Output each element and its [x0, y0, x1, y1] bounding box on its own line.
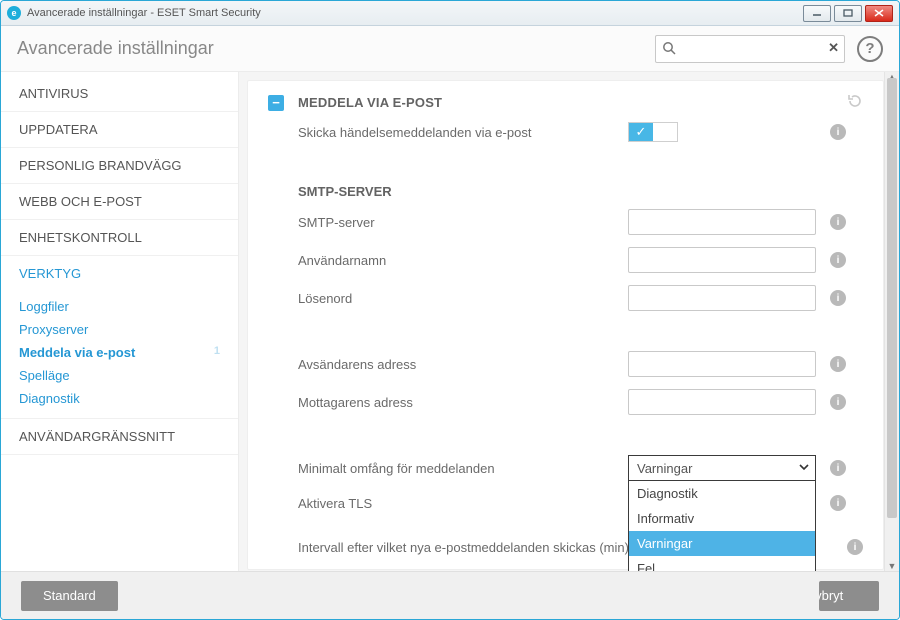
sidebar-sub-badge: 1 [214, 345, 220, 357]
row-min-scope: Minimalt omfång för meddelanden Varninga… [248, 449, 883, 487]
toggle-send-events[interactable]: ✓ [628, 122, 678, 142]
collapse-icon[interactable]: − [268, 95, 284, 111]
sidebar-item-firewall[interactable]: PERSONLIG BRANDVÄGG [1, 148, 238, 184]
close-button[interactable] [865, 5, 893, 22]
sidebar-item-tools[interactable]: VERKTYG [1, 256, 238, 291]
row-sender: Avsändarens adress i [248, 345, 883, 383]
label-recipient: Mottagarens adress [298, 395, 628, 410]
select-box[interactable]: Varningar [628, 455, 816, 481]
sidebar-item-web-email[interactable]: WEBB OCH E-POST [1, 184, 238, 220]
info-icon[interactable]: i [830, 356, 846, 372]
row-smtp-server: SMTP-server i [248, 203, 883, 241]
label-min-scope: Minimalt omfång för meddelanden [298, 461, 628, 476]
cancel-button[interactable]: Avbryt [819, 581, 879, 611]
label-smtp-server: SMTP-server [298, 215, 628, 230]
smtp-heading: SMTP-SERVER [248, 176, 883, 203]
select-min-scope[interactable]: Varningar Diagnostik Informativ Varninga… [628, 455, 816, 481]
toggle-off-icon [653, 123, 677, 141]
label-interval: Intervall efter vilket nya e-postmeddela… [298, 540, 629, 555]
info-icon[interactable]: i [830, 495, 846, 511]
sidebar-sub-logfiles[interactable]: Loggfiler [1, 295, 238, 318]
input-recipient[interactable] [628, 389, 816, 415]
content-scroll: − MEDDELA VIA E-POST Skicka händelsemedd… [239, 72, 884, 571]
select-value: Varningar [637, 461, 692, 476]
app-icon: e [7, 6, 21, 20]
clear-search-icon[interactable]: ✕ [828, 40, 839, 56]
sidebar-item-device-control[interactable]: ENHETSKONTROLL [1, 220, 238, 256]
info-icon[interactable]: i [830, 124, 846, 140]
footer: Standard OK Avbryt [1, 571, 899, 619]
sidebar-sub-email-notify-label: Meddela via e-post [19, 345, 135, 360]
sidebar-item-update[interactable]: UPPDATERA [1, 112, 238, 148]
scroll-down-arrow-icon[interactable]: ▼ [885, 559, 899, 571]
sidebar-sub-gamemode[interactable]: Spelläge [1, 364, 238, 387]
search-icon [662, 41, 676, 58]
content-area: − MEDDELA VIA E-POST Skicka händelsemedd… [239, 72, 899, 571]
sidebar-item-antivirus[interactable]: ANTIVIRUS [1, 76, 238, 112]
scrollbar-vertical[interactable]: ▲ ▼ [884, 72, 899, 571]
label-send-events: Skicka händelsemeddelanden via e-post [298, 125, 628, 140]
sidebar-item-ui[interactable]: ANVÄNDARGRÄNSSNITT [1, 419, 238, 455]
label-tls: Aktivera TLS [298, 496, 628, 511]
body: ANTIVIRUS UPPDATERA PERSONLIG BRANDVÄGG … [1, 72, 899, 571]
sidebar: ANTIVIRUS UPPDATERA PERSONLIG BRANDVÄGG … [1, 72, 239, 571]
window-title: Avancerade inställningar - ESET Smart Se… [27, 7, 261, 19]
default-button[interactable]: Standard [21, 581, 118, 611]
scrollbar-thumb[interactable] [887, 78, 897, 518]
reset-icon[interactable] [847, 93, 863, 112]
chevron-down-icon [798, 461, 810, 476]
sidebar-tools-subgroup: Loggfiler Proxyserver Meddela via e-post… [1, 291, 238, 419]
info-icon[interactable]: i [830, 214, 846, 230]
input-username[interactable] [628, 247, 816, 273]
toggle-on-icon: ✓ [629, 123, 653, 141]
sidebar-sub-diagnostics[interactable]: Diagnostik [1, 387, 238, 410]
input-sender[interactable] [628, 351, 816, 377]
option-varningar[interactable]: Varningar [629, 531, 815, 556]
row-send-events: Skicka händelsemeddelanden via e-post ✓ … [248, 116, 883, 148]
row-password: Lösenord i [248, 279, 883, 317]
maximize-button[interactable] [834, 5, 862, 22]
dropdown-min-scope: Diagnostik Informativ Varningar Fel Krit… [628, 481, 816, 571]
titlebar: e Avancerade inställningar - ESET Smart … [1, 1, 899, 26]
info-icon[interactable]: i [847, 539, 863, 555]
search-input[interactable] [655, 35, 845, 63]
window: e Avancerade inställningar - ESET Smart … [0, 0, 900, 620]
page-title: Avancerade inställningar [17, 38, 655, 59]
search-wrap: ✕ [655, 35, 845, 63]
info-icon[interactable]: i [830, 394, 846, 410]
minimize-button[interactable] [803, 5, 831, 22]
section-title: MEDDELA VIA E-POST [298, 95, 847, 110]
label-password: Lösenord [298, 291, 628, 306]
sidebar-sub-email-notify[interactable]: Meddela via e-post 1 [1, 341, 238, 364]
section-header: − MEDDELA VIA E-POST [248, 81, 883, 116]
option-diagnostik[interactable]: Diagnostik [629, 481, 815, 506]
row-recipient: Mottagarens adress i [248, 383, 883, 421]
header: Avancerade inställningar ✕ ? [1, 26, 899, 72]
option-informativ[interactable]: Informativ [629, 506, 815, 531]
option-fel[interactable]: Fel [629, 556, 815, 571]
help-button[interactable]: ? [857, 36, 883, 62]
settings-panel: − MEDDELA VIA E-POST Skicka händelsemedd… [247, 80, 884, 570]
info-icon[interactable]: i [830, 252, 846, 268]
input-password[interactable] [628, 285, 816, 311]
row-username: Användarnamn i [248, 241, 883, 279]
label-sender: Avsändarens adress [298, 357, 628, 372]
info-icon[interactable]: i [830, 290, 846, 306]
sidebar-sub-proxy[interactable]: Proxyserver [1, 318, 238, 341]
label-username: Användarnamn [298, 253, 628, 268]
input-smtp-server[interactable] [628, 209, 816, 235]
info-icon[interactable]: i [830, 460, 846, 476]
